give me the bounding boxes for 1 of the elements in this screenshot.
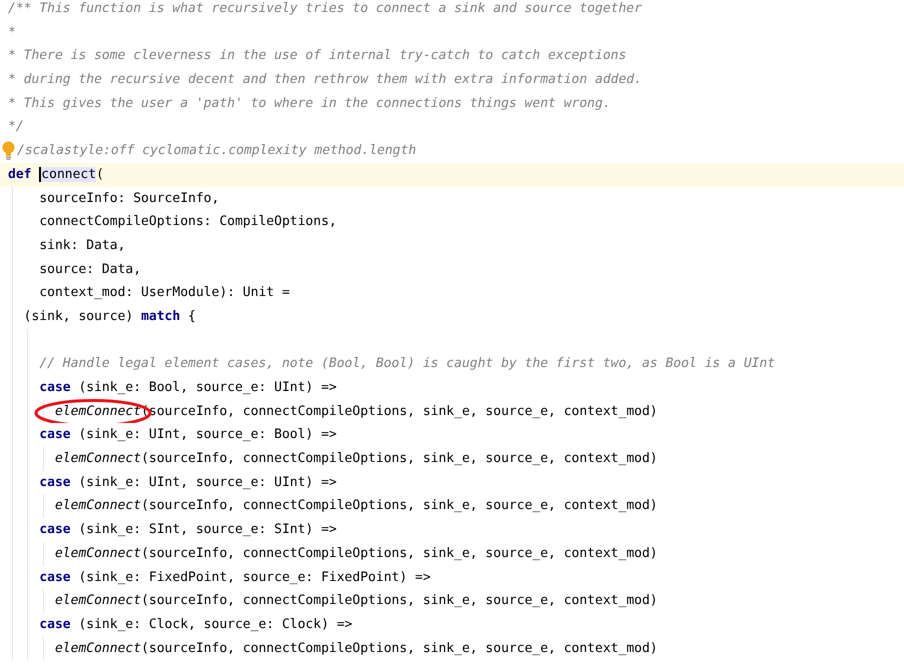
lightbulb-icon[interactable] [2, 141, 15, 160]
